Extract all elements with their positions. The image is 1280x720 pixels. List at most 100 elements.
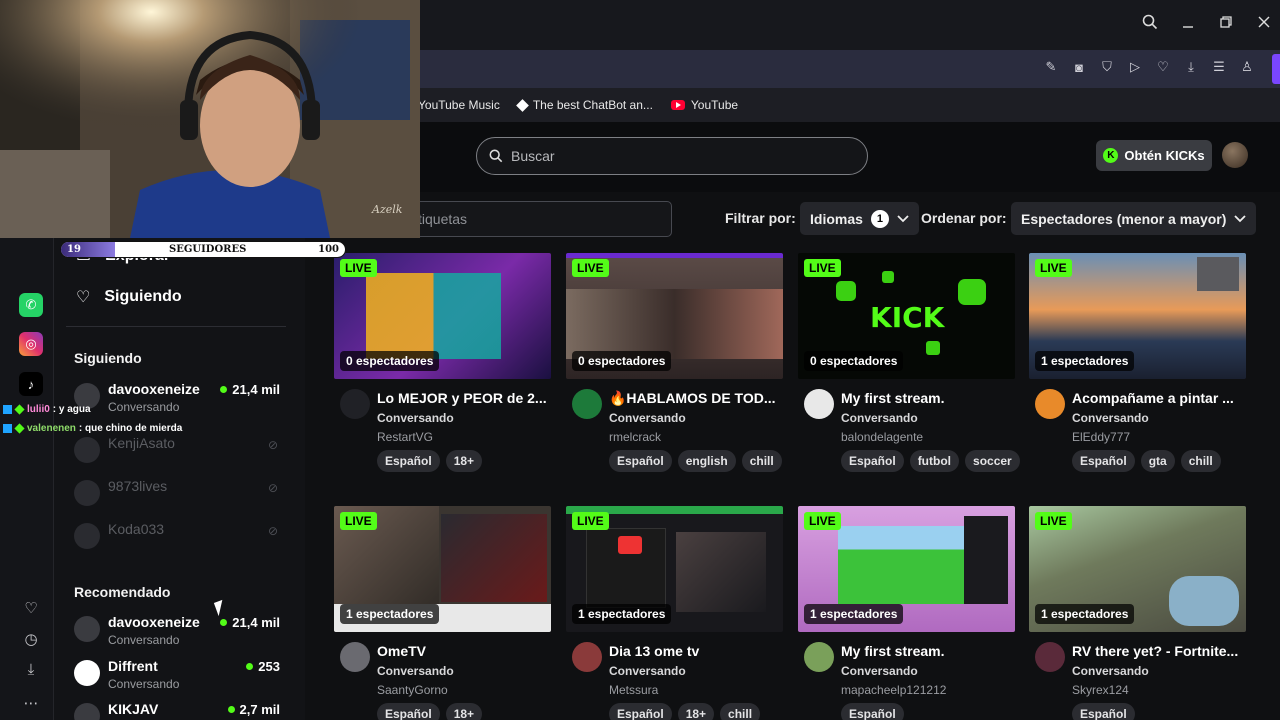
stream-thumbnail[interactable]: LIVE 1 espectadores [1029,506,1246,632]
tag[interactable]: Español [1072,703,1135,720]
tag[interactable]: Español [609,703,672,720]
stream-category[interactable]: Conversando [377,664,454,678]
stream-title[interactable]: Dia 13 ome tv [609,643,781,659]
sidebar-toggle[interactable] [1272,54,1280,84]
sidebar-channel[interactable]: Diffrent Conversando 253 [74,656,284,696]
channel-name: Koda033 [108,521,165,537]
stream-category[interactable]: Conversando [1072,664,1149,678]
heart-icon[interactable]: ♡ [21,598,41,618]
download-icon[interactable]: ⤓ [1184,59,1198,74]
stream-title[interactable]: Lo MEJOR y PEOR de 2... [377,390,549,406]
sort-value: Espectadores (menor a mayor) [1021,210,1227,227]
sidebar-channel-offline[interactable]: KenjiAsato ⊘ [74,433,284,473]
stream-thumbnail[interactable]: LIVE 0 espectadores [566,253,783,379]
tag[interactable]: Español [609,450,672,472]
stream-title[interactable]: RV there yet? - Fortnite... [1072,643,1244,659]
stream-thumbnail[interactable]: LIVE 1 espectadores [566,506,783,632]
tag[interactable]: Español [841,703,904,720]
streamer-name[interactable]: mapacheelp121212 [841,683,946,697]
menu-icon[interactable]: ☰ [1212,59,1226,74]
streamer-name[interactable]: RestartVG [377,430,433,444]
get-kicks-button[interactable]: K Obtén KICKs [1096,140,1212,171]
stream-title[interactable]: 🔥HABLAMOS DE TOD... [609,390,781,407]
bookmark-youtube-music[interactable]: YouTube Music [418,98,500,112]
restore-icon[interactable] [1218,14,1234,30]
streamer-avatar[interactable] [1035,642,1065,672]
play-icon[interactable]: ▷ [1128,59,1142,74]
streamer-avatar[interactable] [1035,389,1065,419]
tags-input[interactable]: tiquetas [405,201,672,237]
sidebar-channel-offline[interactable]: 9873lives ⊘ [74,476,284,516]
bookmark-chatbot[interactable]: The best ChatBot an... [515,98,653,112]
download-icon[interactable]: ⤓ [21,659,41,679]
chevron-down-icon [897,214,909,222]
sort-dropdown[interactable]: Espectadores (menor a mayor) [1011,202,1257,235]
edit-icon[interactable]: ✎ [1044,59,1058,74]
tag[interactable]: chill [1180,450,1221,472]
tag[interactable]: soccer [965,450,1020,472]
tag[interactable]: Español [377,703,440,720]
streamer-name[interactable]: ElEddy777 [1072,430,1130,444]
profile-icon[interactable]: ♙ [1240,59,1254,74]
sidebar-divider [66,326,286,327]
sidebar-channel[interactable]: davooxeneize Conversando 21,4 mil [74,612,284,652]
stream-thumbnail[interactable]: LIVE 0 espectadores [334,253,551,379]
stream-thumbnail[interactable]: KICK LIVE 0 espectadores [798,253,1015,379]
minimize-icon[interactable] [1180,14,1196,30]
tag[interactable]: futbol [909,450,960,472]
shield-icon[interactable]: ⛉ [1100,59,1114,74]
streamer-name[interactable]: Metssura [609,683,658,697]
stream-title[interactable]: My first stream. [841,390,1013,406]
stream-thumbnail[interactable]: LIVE 1 espectadores [334,506,551,632]
tiktok-icon[interactable]: ♪ [19,372,43,396]
more-icon[interactable]: ⋯ [21,693,41,713]
stream-category[interactable]: Conversando [841,664,918,678]
tag[interactable]: 18+ [445,703,483,720]
tag[interactable]: chill [741,450,782,472]
heart-icon[interactable]: ♡ [1156,59,1170,74]
stream-category[interactable]: Conversando [609,411,686,425]
stream-thumbnail[interactable]: LIVE 1 espectadores [798,506,1015,632]
search-icon[interactable] [1142,14,1158,30]
stream-category[interactable]: Conversando [377,411,454,425]
close-icon[interactable] [1256,14,1272,30]
stream-category[interactable]: Conversando [609,664,686,678]
search-input[interactable]: Buscar [476,137,868,175]
avatar [74,480,100,506]
tag[interactable]: 18+ [677,703,715,720]
whatsapp-icon[interactable]: ✆ [19,293,43,317]
languages-dropdown[interactable]: Idiomas 1 [800,202,919,235]
stream-category[interactable]: Conversando [841,411,918,425]
stream-title[interactable]: My first stream. [841,643,1013,659]
streamer-avatar[interactable] [804,642,834,672]
sidebar-channel[interactable]: davooxeneize Conversando 21,4 mil [74,379,284,419]
tag[interactable]: gta [1140,450,1175,472]
tag[interactable]: 18+ [445,450,483,472]
stream-thumbnail[interactable]: LIVE 1 espectadores [1029,253,1246,379]
camera-icon[interactable]: ◙ [1072,60,1086,75]
tag[interactable]: Español [1072,450,1135,472]
stream-title[interactable]: OmeTV [377,643,549,659]
history-icon[interactable]: ◷ [21,629,41,649]
stream-title[interactable]: Acompañame a pintar ... [1072,390,1244,406]
stream-category[interactable]: Conversando [1072,411,1149,425]
streamer-avatar[interactable] [340,389,370,419]
tag[interactable]: Español [377,450,440,472]
streamer-avatar[interactable] [340,642,370,672]
streamer-name[interactable]: SaantyGorno [377,683,448,697]
streamer-avatar[interactable] [572,642,602,672]
streamer-avatar[interactable] [572,389,602,419]
sidebar-channel-offline[interactable]: Koda033 ⊘ [74,519,284,559]
tag[interactable]: Español [841,450,904,472]
tag[interactable]: english [677,450,736,472]
instagram-icon[interactable]: ◎ [19,332,43,356]
nav-following[interactable]: ♡ Siguiendo [76,287,182,307]
user-avatar[interactable] [1222,142,1248,168]
streamer-name[interactable]: rmelcrack [609,430,661,444]
streamer-avatar[interactable] [804,389,834,419]
sidebar-channel[interactable]: KIKJAV 2,7 mil [74,699,284,720]
streamer-name[interactable]: Skyrex124 [1072,683,1129,697]
bookmark-youtube[interactable]: YouTube [670,98,738,112]
streamer-name[interactable]: balondelagente [841,430,923,444]
tag[interactable]: chill [720,703,761,720]
